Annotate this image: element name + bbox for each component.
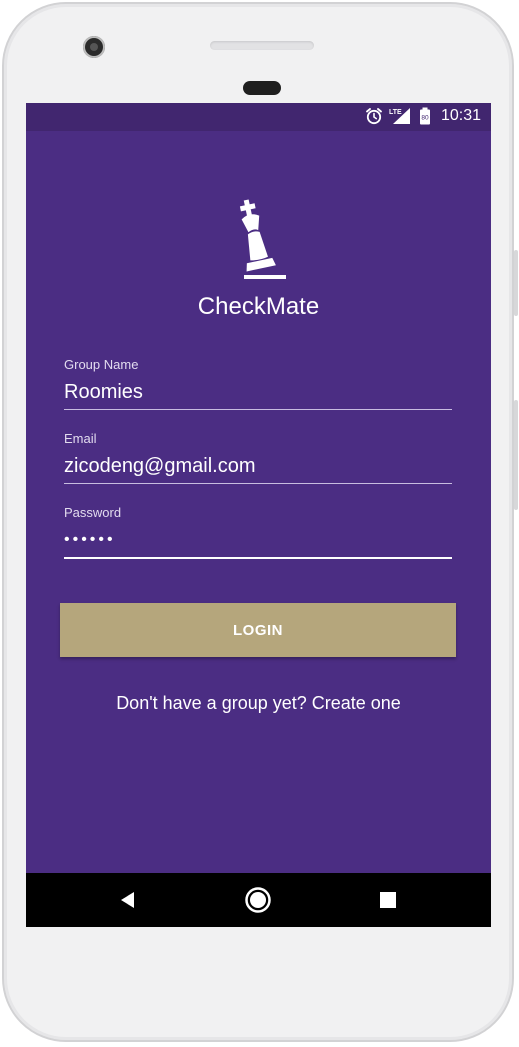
group-name-input[interactable]: Roomies — [64, 381, 452, 405]
status-bar: LTE 80 10:31 — [26, 103, 491, 131]
group-name-label: Group Name — [64, 357, 139, 372]
volume-button — [514, 400, 518, 510]
battery-level-label: 80 — [421, 115, 429, 122]
power-button — [514, 250, 518, 316]
battery-icon: 80 — [419, 107, 430, 125]
status-time: 10:31 — [440, 107, 481, 124]
recents-button[interactable] — [358, 873, 418, 927]
recents-icon — [380, 892, 396, 908]
email-field[interactable]: Email zicodeng@gmail.com — [64, 431, 452, 484]
password-underline — [64, 557, 452, 559]
email-underline — [64, 483, 452, 484]
password-label: Password — [64, 505, 122, 520]
group-name-field[interactable]: Group Name Roomies — [64, 357, 452, 410]
back-icon — [121, 892, 134, 908]
email-label: Email — [64, 431, 97, 446]
home-button[interactable] — [228, 873, 288, 927]
chess-king-icon — [239, 199, 286, 279]
app-screen: LTE 80 10:31 CheckMate Group Name Roomie… — [26, 103, 491, 927]
signal-icon: LTE — [389, 108, 410, 124]
email-input[interactable]: zicodeng@gmail.com — [64, 455, 452, 479]
back-button[interactable] — [98, 873, 158, 927]
home-icon — [245, 887, 271, 913]
create-group-link[interactable]: Don't have a group yet? Create one — [26, 693, 491, 714]
network-type-label: LTE — [389, 109, 402, 116]
login-button[interactable]: LOGIN — [60, 603, 456, 657]
navigation-bar — [26, 873, 491, 927]
earpiece-speaker — [210, 41, 314, 50]
password-input[interactable]: •••••• — [64, 529, 452, 553]
password-field[interactable]: Password •••••• — [64, 505, 452, 559]
front-camera — [83, 36, 105, 58]
app-title: CheckMate — [197, 293, 320, 320]
group-name-underline — [64, 409, 452, 410]
proximity-sensor — [243, 81, 281, 95]
alarm-icon — [366, 108, 382, 125]
